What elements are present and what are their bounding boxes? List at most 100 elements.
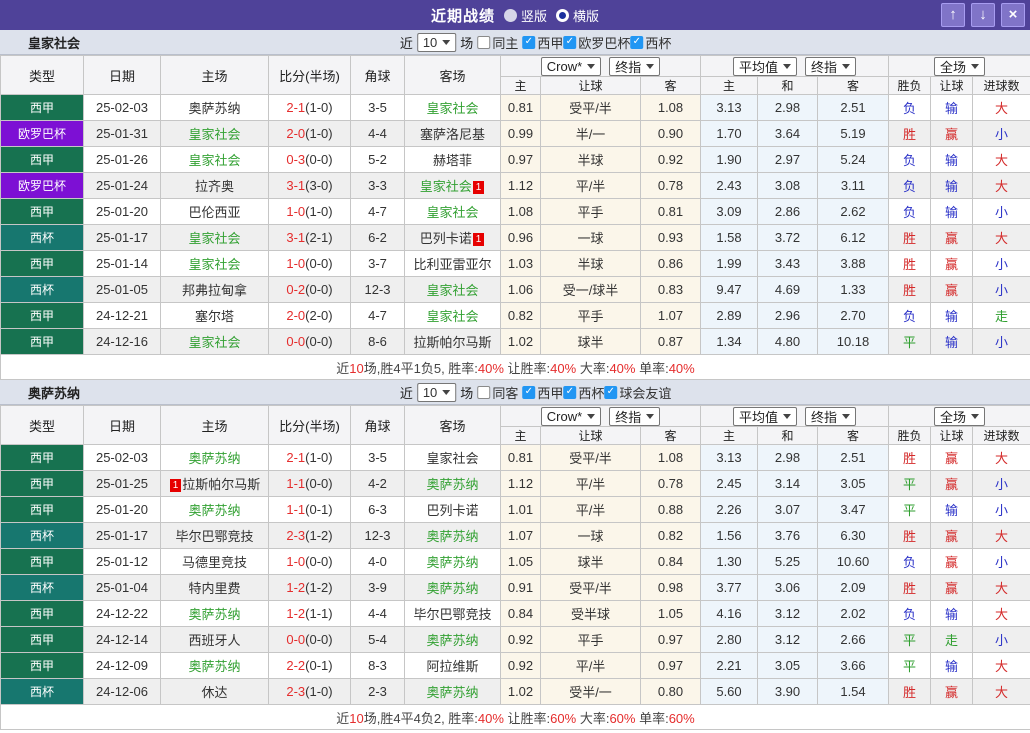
league-type-cell: 西甲	[0, 652, 84, 679]
avg-away-odds: 3.47	[817, 496, 889, 523]
table-row: 欧罗巴杯 25-01-24 拉齐奥 3-1(3-0) 3-3 皇家社会 1 1.1…	[0, 172, 1030, 199]
corner-score: 4-2	[350, 470, 405, 497]
checkbox-icon[interactable]: ✓	[563, 386, 577, 399]
odds-stage-select[interactable]: 终指	[609, 406, 661, 426]
checkbox-icon[interactable]: ✓	[630, 36, 644, 49]
sub-header-avg-home: 主	[700, 76, 758, 95]
fulltime-score: 1-2	[286, 580, 306, 595]
average-stage-select[interactable]: 终指	[805, 406, 857, 426]
odds-handicap: 一球	[540, 224, 641, 251]
close-button[interactable]: ×	[1001, 3, 1025, 27]
result-outcome: 胜	[888, 444, 931, 471]
corner-score: 3-5	[350, 94, 405, 121]
table-row: 西杯 25-01-17 毕尔巴鄂竞技 2-3(1-2) 12-3 奥萨苏纳 1.…	[0, 522, 1030, 549]
league-checkbox-球会友谊[interactable]: ✓ 球会友谊	[604, 383, 671, 402]
scope-select[interactable]: 全场	[934, 406, 986, 426]
odds-home: 1.12	[500, 172, 541, 199]
chevron-down-icon	[442, 390, 451, 399]
avg-home-odds: 1.56	[700, 522, 758, 549]
result-outcome: 负	[888, 172, 931, 199]
window-controls: ↑ ↓ ×	[941, 3, 1025, 27]
team-name-text: 皇家社会	[426, 309, 479, 324]
sub-header-avg-draw: 和	[757, 76, 818, 95]
odds-provider-select[interactable]: Crow*	[540, 56, 602, 76]
avg-home-odds: 3.09	[700, 198, 758, 225]
fulltime-score: 1-1	[286, 502, 306, 517]
radio-icon[interactable]	[556, 8, 569, 22]
same-venue-checkbox[interactable]: 同主	[477, 33, 518, 52]
average-select[interactable]: 平均值	[732, 406, 797, 426]
layout-radio-vertical[interactable]: 竖版	[503, 6, 547, 25]
away-team: 皇家社会	[404, 276, 501, 303]
league-checkbox-label: 西杯	[578, 386, 605, 401]
move-down-button[interactable]: ↓	[971, 3, 995, 27]
league-type-cell: 欧罗巴杯	[0, 120, 84, 147]
avg-away-odds: 2.02	[817, 600, 889, 627]
league-checkbox-欧罗巴杯[interactable]: ✓ 欧罗巴杯	[563, 33, 630, 52]
league-type-cell: 西甲	[0, 626, 84, 653]
checkbox-icon[interactable]: ✓	[522, 36, 536, 49]
odds-stage-select[interactable]: 终指	[609, 56, 661, 76]
scope-select[interactable]: 全场	[934, 56, 986, 76]
radio-icon[interactable]	[503, 8, 517, 22]
average-select[interactable]: 平均值	[732, 56, 797, 76]
avg-away-odds: 2.51	[817, 444, 889, 471]
layout-radio-horizontal[interactable]: 横版	[556, 6, 599, 25]
corner-score: 6-2	[350, 224, 405, 251]
team-name-text: 奥萨苏纳	[188, 101, 241, 116]
summary-value: 60%	[668, 710, 695, 726]
odds-provider-header: Crow* 终指	[500, 55, 701, 77]
summary-text: 单率:	[635, 710, 669, 726]
result-outcome: 胜	[888, 250, 931, 277]
halftime-score: (1-0)	[305, 100, 333, 115]
same-venue-checkbox[interactable]: 同客	[477, 383, 518, 402]
avg-draw-odds: 3.72	[757, 224, 818, 251]
corner-score: 4-0	[350, 548, 405, 575]
league-checkbox-西杯[interactable]: ✓ 西杯	[563, 383, 604, 402]
odds-provider-select[interactable]: Crow*	[540, 406, 602, 426]
checkbox-icon[interactable]	[477, 385, 491, 399]
chevron-down-icon	[587, 414, 596, 423]
result-outcome: 负	[888, 146, 931, 173]
result-goals: 大	[971, 444, 1030, 471]
team-name-text: 皇家社会	[426, 101, 479, 116]
rank-badge: 1	[169, 479, 182, 492]
checkbox-icon[interactable]: ✓	[563, 36, 577, 49]
fulltime-score: 1-1	[286, 476, 306, 491]
recent-count-select[interactable]: 10	[416, 382, 457, 402]
move-up-button[interactable]: ↑	[941, 3, 965, 27]
league-checkbox-西杯[interactable]: ✓ 西杯	[630, 33, 671, 52]
col-header-score: 比分(半场)	[268, 55, 351, 95]
league-checkbox-group: ✓ 西甲 ✓ 欧罗巴杯 ✓ 西杯	[522, 32, 671, 52]
checkbox-icon[interactable]: ✓	[522, 386, 536, 399]
score-cell: 0-2(0-0)	[268, 276, 351, 303]
odds-home: 0.92	[500, 652, 541, 679]
odds-handicap: 平/半	[540, 652, 641, 679]
summary-text: 场,胜4平4负2, 胜率:	[363, 710, 478, 726]
fulltime-score: 1-0	[286, 204, 306, 219]
odds-away: 0.86	[640, 250, 701, 277]
result-outcome: 胜	[888, 678, 931, 705]
checkbox-icon[interactable]	[477, 35, 491, 49]
league-checkbox-西甲[interactable]: ✓ 西甲	[522, 383, 563, 402]
checkbox-icon[interactable]: ✓	[604, 386, 618, 399]
league-checkbox-西甲[interactable]: ✓ 西甲	[522, 33, 563, 52]
score-cell: 0-3(0-0)	[268, 146, 351, 173]
corner-score: 8-3	[350, 652, 405, 679]
result-handicap: 输	[930, 328, 973, 355]
team-section: 皇家社会 近 10 场 同主 ✓ 西甲 ✓ 欧罗巴杯 ✓ 西杯 类型 日期 主场…	[0, 30, 1030, 380]
average-stage-select[interactable]: 终指	[805, 56, 857, 76]
odds-home: 1.02	[500, 328, 541, 355]
score-cell: 0-0(0-0)	[268, 626, 351, 653]
match-date: 25-01-20	[83, 496, 161, 523]
home-team: 皇家社会	[160, 120, 269, 147]
score-cell: 1-2(1-2)	[268, 574, 351, 601]
odds-handicap: 平手	[540, 626, 641, 653]
sub-header-odds-away: 客	[640, 76, 701, 95]
recent-count-select[interactable]: 10	[416, 32, 457, 52]
result-handicap: 输	[930, 198, 973, 225]
avg-draw-odds: 3.12	[757, 600, 818, 627]
fulltime-score: 2-3	[286, 528, 306, 543]
result-goals: 大	[971, 600, 1030, 627]
odds-handicap: 受半/一	[540, 678, 641, 705]
